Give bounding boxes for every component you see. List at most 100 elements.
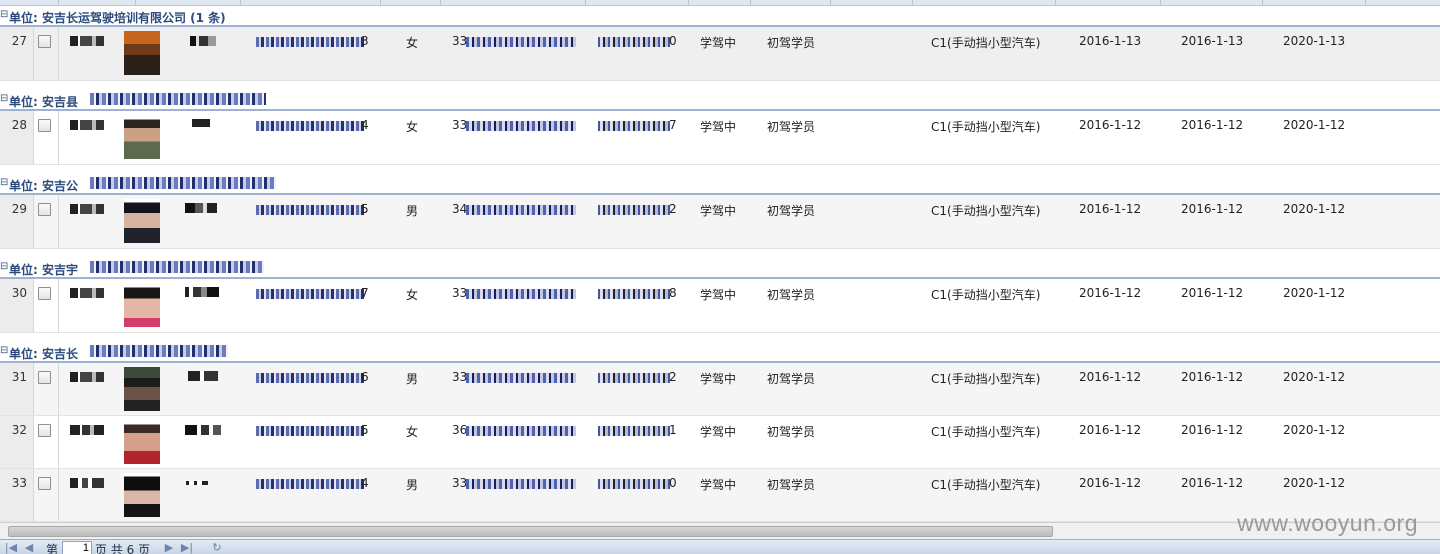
next-page-icon[interactable]: ▶ bbox=[162, 541, 176, 554]
idcard-redacted bbox=[256, 37, 364, 47]
group-label: 单位: 安吉宇 bbox=[9, 263, 78, 277]
group-header[interactable]: ⊟ 单位: 安吉公 bbox=[0, 174, 1440, 195]
scrollbar-thumb[interactable] bbox=[8, 526, 1053, 537]
date-cell: 2020-1-13 bbox=[1283, 34, 1346, 48]
row-number: 27 bbox=[0, 27, 34, 80]
row-checkbox[interactable] bbox=[38, 203, 51, 216]
row-number: 30 bbox=[0, 279, 34, 332]
gender-cell: 女 bbox=[406, 425, 419, 439]
table-row[interactable]: 32 5 女 36 1 学驾中 初驾学员 C1(手动挡小型汽车) 2016-1-… bbox=[0, 416, 1440, 469]
student-photo bbox=[124, 283, 160, 327]
idcard-redacted bbox=[256, 121, 364, 131]
phone-redacted bbox=[598, 121, 670, 131]
group-label: 单位: 安吉长运驾驶培训有限公司 (1 条) bbox=[9, 11, 226, 25]
page-label-prefix: 第 bbox=[46, 543, 59, 554]
pagination-bar: |◀ ◀ 第 页 共 6 页 ▶ ▶| ↻ bbox=[0, 539, 1440, 554]
collapse-group-icon[interactable]: ⊟ bbox=[0, 177, 8, 188]
name-redacted bbox=[70, 36, 104, 46]
collapse-group-icon[interactable]: ⊟ bbox=[0, 345, 8, 356]
date-cell: 2020-1-12 bbox=[1283, 370, 1346, 384]
phone-redacted bbox=[598, 373, 670, 383]
group-label-redacted bbox=[90, 93, 266, 105]
row-checkbox[interactable] bbox=[38, 371, 51, 384]
status-cell: 学驾中 bbox=[700, 425, 737, 439]
student-photo bbox=[124, 31, 160, 75]
name-redacted bbox=[70, 425, 104, 435]
type-cell: 初驾学员 bbox=[767, 36, 816, 50]
student-photo bbox=[124, 115, 160, 159]
group-header[interactable]: ⊟ 单位: 安吉县 bbox=[0, 90, 1440, 111]
student-photo bbox=[124, 199, 160, 243]
type-cell: 初驾学员 bbox=[767, 425, 816, 439]
row-checkbox[interactable] bbox=[38, 287, 51, 300]
row-checkbox[interactable] bbox=[38, 119, 51, 132]
date-cell: 2016-1-12 bbox=[1079, 202, 1142, 216]
date-cell: 2016-1-12 bbox=[1181, 423, 1244, 437]
phone-redacted bbox=[598, 205, 670, 215]
page-input[interactable] bbox=[62, 541, 92, 554]
last-page-icon[interactable]: ▶| bbox=[180, 541, 194, 554]
row-number: 28 bbox=[0, 111, 34, 164]
vehicle-cell: C1(手动挡小型汽车) bbox=[931, 204, 1041, 218]
group-header[interactable]: ⊟ 单位: 安吉宇 bbox=[0, 258, 1440, 279]
vehicle-cell: C1(手动挡小型汽车) bbox=[931, 478, 1041, 492]
phone-redacted bbox=[598, 289, 670, 299]
table-row[interactable]: 29 5 男 34 2 学驾中 初驾学员 C1(手动挡小型汽车) 2016-1-… bbox=[0, 195, 1440, 249]
collapse-group-icon[interactable]: ⊟ bbox=[0, 261, 8, 272]
id-redacted bbox=[185, 287, 219, 297]
date-cell: 2016-1-12 bbox=[1181, 286, 1244, 300]
date-cell: 2016-1-13 bbox=[1079, 34, 1142, 48]
group-label: 单位: 安吉公 bbox=[9, 179, 78, 193]
status-cell: 学驾中 bbox=[700, 288, 737, 302]
row-checkbox[interactable] bbox=[38, 424, 51, 437]
group-label-redacted bbox=[90, 261, 264, 273]
gender-cell: 男 bbox=[406, 478, 419, 492]
cert-redacted bbox=[466, 373, 576, 383]
vehicle-cell: C1(手动挡小型汽车) bbox=[931, 425, 1041, 439]
prev-page-icon[interactable]: ◀ bbox=[22, 541, 36, 554]
date-cell: 2020-1-12 bbox=[1283, 202, 1346, 216]
watermark: www.wooyun.org bbox=[1237, 510, 1418, 536]
group-header[interactable]: ⊟ 单位: 安吉长运驾驶培训有限公司 (1 条) bbox=[0, 6, 1440, 27]
id-redacted bbox=[190, 36, 216, 46]
idcard-redacted bbox=[256, 289, 364, 299]
date-cell: 2020-1-12 bbox=[1283, 423, 1346, 437]
cert-redacted bbox=[466, 37, 576, 47]
row-checkbox[interactable] bbox=[38, 477, 51, 490]
page-label-suffix: 页 共 6 页 bbox=[95, 543, 151, 554]
date-cell: 2016-1-12 bbox=[1181, 370, 1244, 384]
date-cell: 2016-1-12 bbox=[1181, 118, 1244, 132]
vehicle-cell: C1(手动挡小型汽车) bbox=[931, 288, 1041, 302]
student-photo bbox=[124, 420, 160, 464]
vehicle-cell: C1(手动挡小型汽车) bbox=[931, 372, 1041, 386]
refresh-icon[interactable]: ↻ bbox=[210, 541, 224, 554]
cert-redacted bbox=[466, 289, 576, 299]
collapse-group-icon[interactable]: ⊟ bbox=[0, 9, 8, 20]
cert-redacted bbox=[466, 205, 576, 215]
table-row[interactable]: 33 4 男 33 0 学驾中 初驾学员 C1(手动挡小型汽车) 2016-1-… bbox=[0, 469, 1440, 522]
id-redacted bbox=[185, 203, 217, 213]
table-row[interactable]: 28 4 女 33 7 学驾中 初驾学员 C1(手动挡小型汽车) 2016-1-… bbox=[0, 111, 1440, 165]
table-row[interactable]: 30 7 女 33 8 学驾中 初驾学员 C1(手动挡小型汽车) 2016-1-… bbox=[0, 279, 1440, 333]
student-grid: ⊟ 单位: 安吉长运驾驶培训有限公司 (1 条) 27 3 女 33 0 学驾中… bbox=[0, 6, 1440, 522]
gender-cell: 男 bbox=[406, 204, 419, 218]
student-photo bbox=[124, 367, 160, 411]
vehicle-cell: C1(手动挡小型汽车) bbox=[931, 120, 1041, 134]
type-cell: 初驾学员 bbox=[767, 120, 816, 134]
collapse-group-icon[interactable]: ⊟ bbox=[0, 93, 8, 104]
first-page-icon[interactable]: |◀ bbox=[4, 541, 18, 554]
date-cell: 2020-1-12 bbox=[1283, 476, 1346, 490]
group-header[interactable]: ⊟ 单位: 安吉长 bbox=[0, 342, 1440, 363]
idcard-redacted bbox=[256, 479, 364, 489]
type-cell: 初驾学员 bbox=[767, 204, 816, 218]
date-cell: 2020-1-12 bbox=[1283, 286, 1346, 300]
horizontal-scrollbar[interactable] bbox=[0, 522, 1440, 539]
gender-cell: 男 bbox=[406, 372, 419, 386]
row-number: 29 bbox=[0, 195, 34, 248]
status-cell: 学驾中 bbox=[700, 478, 737, 492]
name-redacted bbox=[70, 288, 104, 298]
table-row[interactable]: 31 6 男 33 2 学驾中 初驾学员 C1(手动挡小型汽车) 2016-1-… bbox=[0, 363, 1440, 416]
type-cell: 初驾学员 bbox=[767, 478, 816, 492]
row-checkbox[interactable] bbox=[38, 35, 51, 48]
table-row[interactable]: 27 3 女 33 0 学驾中 初驾学员 C1(手动挡小型汽车) 2016-1-… bbox=[0, 27, 1440, 81]
